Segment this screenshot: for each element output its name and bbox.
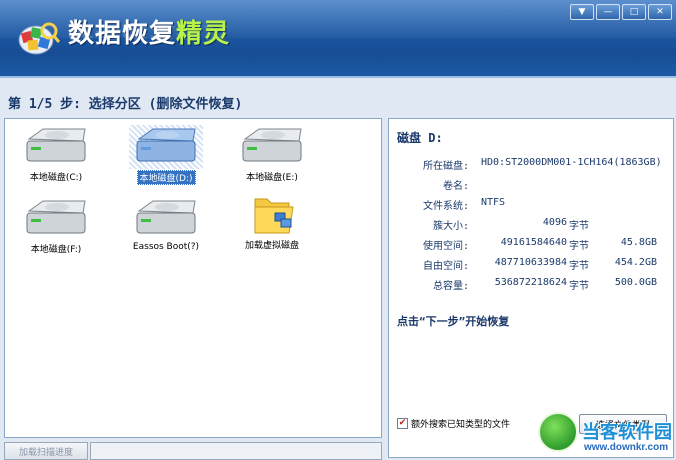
close-button[interactable]: ✕ xyxy=(648,4,672,20)
info-value: 536872218624 xyxy=(494,277,567,288)
drive-label: 本地磁盘(C:) xyxy=(29,173,83,183)
watermark: 当客软件园 www.downkr.com xyxy=(538,412,676,460)
info-row-disk: 所在磁盘: HD0:ST2000DM001-1CH164(1863GB) xyxy=(389,157,675,173)
hard-drive-icon xyxy=(26,128,86,162)
info-label: 卷名: xyxy=(442,181,469,192)
info-label: 文件系统: xyxy=(422,201,469,212)
load-virtual-disk-item[interactable]: 加载虚拟磁盘 xyxy=(227,193,317,257)
drive-label: 加载虚拟磁盘 xyxy=(244,241,299,251)
info-row-total: 总容量: 536872218624 字节 500.0GB xyxy=(389,277,675,293)
hard-drive-icon xyxy=(26,200,86,234)
info-label: 簇大小: xyxy=(432,221,469,232)
hard-drive-icon xyxy=(242,128,302,162)
info-unit: 字节 xyxy=(569,281,589,292)
drive-label: 本地磁盘(D:) xyxy=(136,170,196,185)
hard-drive-icon xyxy=(136,200,196,234)
info-row-used: 使用空间: 49161584640 字节 45.8GB xyxy=(389,237,675,253)
status-bar xyxy=(90,442,382,460)
minimize-button[interactable]: — xyxy=(596,4,620,20)
window-controls: ▼ — □ ✕ xyxy=(570,4,672,20)
drive-item-eassos-boot[interactable]: Eassos Boot(?) xyxy=(121,197,211,261)
info-label: 总容量: xyxy=(432,281,469,292)
info-row-free: 自由空间: 487710633984 字节 454.2GB xyxy=(389,257,675,273)
drive-item-e[interactable]: 本地磁盘(E:) xyxy=(227,125,317,189)
drive-label: 本地磁盘(E:) xyxy=(246,173,298,183)
info-unit: 字节 xyxy=(569,261,589,272)
menu-dropdown-button[interactable]: ▼ xyxy=(570,4,594,20)
info-row-volume: 卷名: xyxy=(389,177,675,193)
info-unit: 字节 xyxy=(569,241,589,252)
maximize-button[interactable]: □ xyxy=(622,4,646,20)
info-extra: 45.8GB xyxy=(620,237,657,248)
app-title-reflection: 数据恢复精灵 xyxy=(68,24,231,42)
info-unit: 字节 xyxy=(569,221,589,232)
info-extra: 500.0GB xyxy=(614,277,657,288)
folder-icon xyxy=(254,198,294,234)
info-label: 自由空间: xyxy=(422,261,469,272)
load-scan-progress-button[interactable]: 加载扫描进度 xyxy=(4,442,88,460)
disk-title: 磁盘 D: xyxy=(397,131,443,145)
extra-search-label: 额外搜索已知类型的文件 xyxy=(411,420,511,430)
watermark-logo-icon xyxy=(538,412,578,452)
next-step-hint: 点击“下一步”开始恢复 xyxy=(397,315,510,328)
drive-label: Eassos Boot(?) xyxy=(132,242,200,252)
info-extra: 454.2GB xyxy=(614,257,657,268)
info-value: HD0:ST2000DM001-1CH164(1863GB) xyxy=(481,157,662,168)
title-bar: 数据恢复精灵 数据恢复精灵 ▼ — □ ✕ xyxy=(0,0,676,78)
info-row-cluster: 簇大小: 4096 字节 xyxy=(389,217,675,233)
info-value: 4096 xyxy=(542,217,567,228)
extra-search-checkbox[interactable]: ✔ xyxy=(397,418,408,429)
drive-label: 本地磁盘(F:) xyxy=(30,245,82,255)
disk-info-panel: 磁盘 D: 所在磁盘: HD0:ST2000DM001-1CH164(1863G… xyxy=(388,118,674,458)
drive-item-d[interactable]: 本地磁盘(D:) xyxy=(121,125,211,189)
info-value: 49161584640 xyxy=(500,237,567,248)
partition-list: 本地磁盘(C:) 本地磁盘(D:) 本地磁盘(E:) 本地磁盘(F:) Eass… xyxy=(4,118,382,438)
info-label: 所在磁盘: xyxy=(422,161,469,172)
extra-search-option[interactable]: ✔ 额外搜索已知类型的文件 xyxy=(397,417,510,430)
app-logo-icon xyxy=(18,22,60,55)
step-title: 第 1/5 步: 选择分区 (删除文件恢复) xyxy=(8,97,243,112)
info-row-filesystem: 文件系统: NTFS xyxy=(389,197,675,213)
hard-drive-icon xyxy=(136,128,196,162)
info-label: 使用空间: xyxy=(422,241,469,252)
info-value: 487710633984 xyxy=(494,257,567,268)
info-value: NTFS xyxy=(481,197,506,208)
watermark-name: 当客软件园 xyxy=(582,422,672,442)
drive-item-c[interactable]: 本地磁盘(C:) xyxy=(11,125,101,189)
watermark-url: www.downkr.com xyxy=(584,442,669,453)
drive-item-f[interactable]: 本地磁盘(F:) xyxy=(11,197,101,261)
